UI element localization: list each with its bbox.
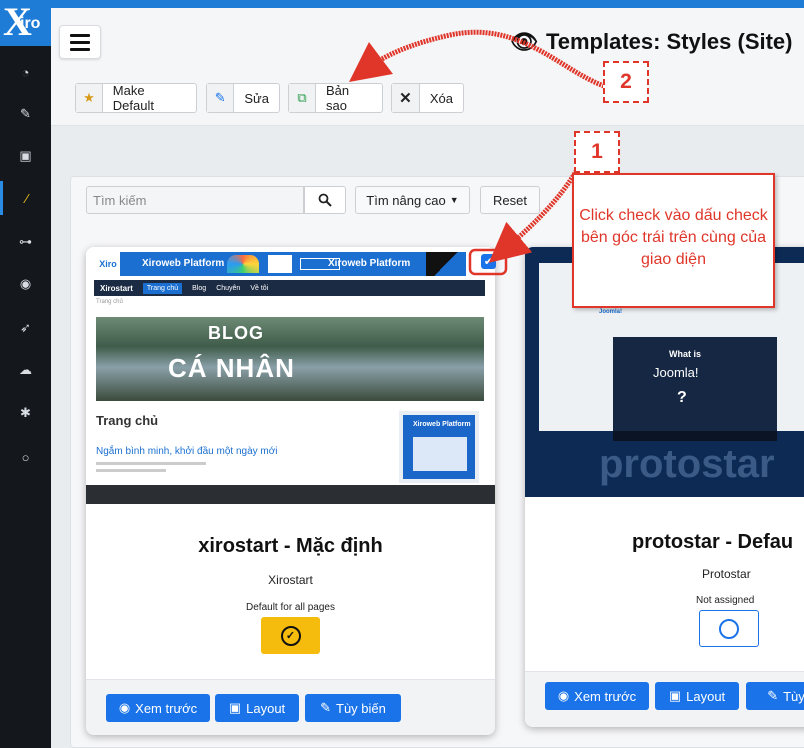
arrow-to-checkbox: [488, 166, 581, 263]
instruction-callout: Click check vào dấu check bên góc trái t…: [572, 173, 775, 308]
step-2-label: 2: [603, 61, 649, 103]
arrow-to-copy-button: [348, 29, 605, 89]
step-1-label: 1: [574, 131, 620, 173]
callout-line-1: Click check vào dấu check: [579, 207, 768, 224]
checkbox-highlight: [468, 248, 508, 276]
annotation-arrows: [348, 29, 605, 276]
callout-line-2: bên góc trái trên cùng của giao diện: [580, 229, 766, 268]
